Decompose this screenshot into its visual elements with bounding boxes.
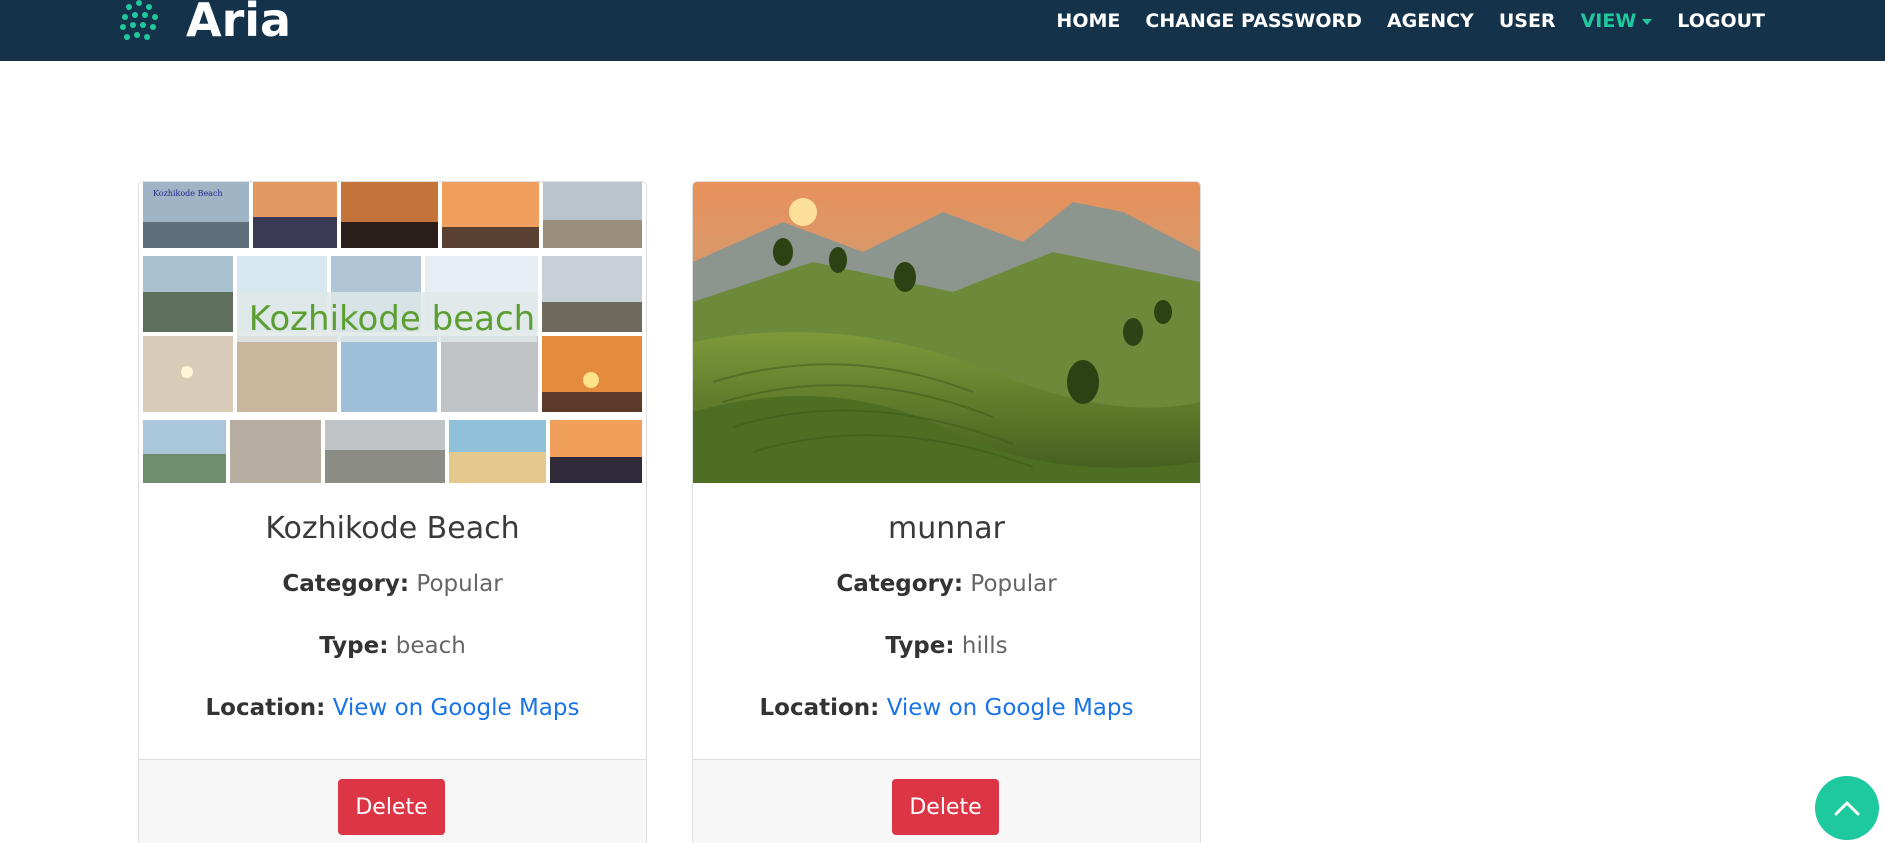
place-card-body: munnar Category: Popular Type: hills Loc… xyxy=(693,483,1200,759)
nav-agency[interactable]: AGENCY xyxy=(1387,10,1474,32)
place-category: Category: Popular xyxy=(139,571,646,597)
place-type: Type: hills xyxy=(693,633,1200,659)
location-label: Location: xyxy=(205,695,326,721)
type-label: Type: xyxy=(885,633,955,659)
brand-name: Aria xyxy=(186,0,292,47)
google-maps-link[interactable]: View on Google Maps xyxy=(887,695,1134,721)
place-card-footer: Delete xyxy=(139,759,646,843)
type-value: hills xyxy=(961,633,1008,659)
navbar: Aria HOME CHANGE PASSWORD AGENCY USER VI… xyxy=(0,0,1885,61)
scroll-to-top-button[interactable] xyxy=(1815,776,1879,840)
brand-logo[interactable]: Aria xyxy=(118,0,291,46)
chevron-up-icon xyxy=(1834,801,1860,816)
place-title: Kozhikode Beach xyxy=(265,511,520,546)
place-type: Type: beach xyxy=(139,633,646,659)
place-title: munnar xyxy=(888,511,1005,546)
main-nav: HOME CHANGE PASSWORD AGENCY USER VIEW LO… xyxy=(1056,0,1765,42)
nav-home[interactable]: HOME xyxy=(1056,10,1120,32)
svg-text:Kozhikode Beach: Kozhikode Beach xyxy=(153,189,223,198)
place-image-munnar xyxy=(693,182,1200,483)
place-card: munnar Category: Popular Type: hills Loc… xyxy=(692,181,1201,843)
place-card-footer: Delete xyxy=(693,759,1200,843)
place-location: Location: View on Google Maps xyxy=(693,695,1200,721)
category-label: Category: xyxy=(836,571,964,597)
nav-view-label: VIEW xyxy=(1580,10,1637,32)
delete-button[interactable]: Delete xyxy=(338,779,445,835)
nav-view-dropdown[interactable]: VIEW xyxy=(1581,10,1653,32)
category-value: Popular xyxy=(970,571,1057,597)
google-maps-link[interactable]: View on Google Maps xyxy=(333,695,580,721)
type-value: beach xyxy=(395,633,466,659)
place-location: Location: View on Google Maps xyxy=(139,695,646,721)
nav-logout[interactable]: LOGOUT xyxy=(1677,10,1765,32)
type-label: Type: xyxy=(319,633,389,659)
logo-dots-icon xyxy=(118,0,174,46)
place-image-kozhikode: Kozhikode Beach Kozhikode beach xyxy=(139,182,646,483)
location-label: Location: xyxy=(759,695,880,721)
svg-text:Kozhikode beach: Kozhikode beach xyxy=(249,299,535,339)
nav-user[interactable]: USER xyxy=(1499,10,1556,32)
category-label: Category: xyxy=(282,571,410,597)
nav-change-password[interactable]: CHANGE PASSWORD xyxy=(1145,10,1362,32)
delete-button[interactable]: Delete xyxy=(892,779,999,835)
category-value: Popular xyxy=(416,571,503,597)
place-card: Kozhikode Beach Kozhikode beach Kozhikod… xyxy=(138,181,647,843)
caret-down-icon xyxy=(1642,19,1653,25)
place-category: Category: Popular xyxy=(693,571,1200,597)
place-card-body: Kozhikode Beach Category: Popular Type: … xyxy=(139,483,646,759)
